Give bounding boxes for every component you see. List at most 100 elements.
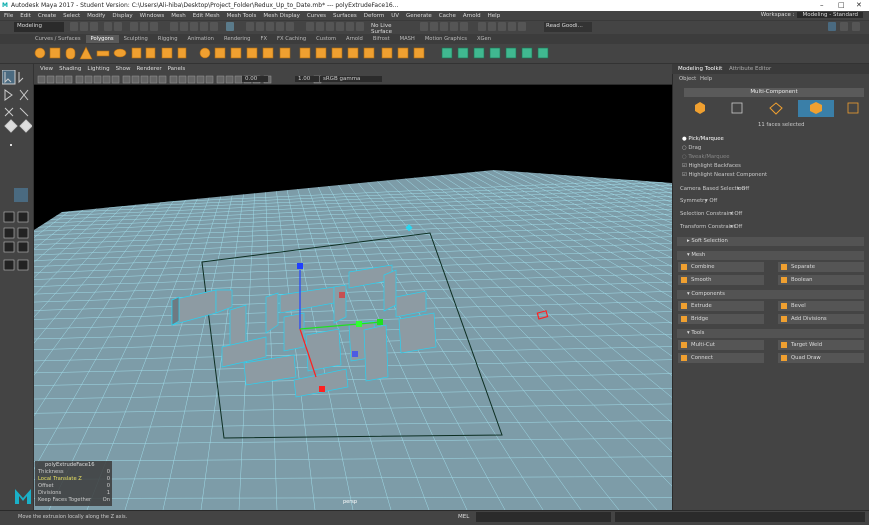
vp-menu-panels[interactable]: Panels bbox=[168, 66, 186, 72]
selection-constraint-dropdown[interactable]: ▾ Off bbox=[730, 211, 742, 217]
shelf-tab-rendering[interactable]: Rendering bbox=[219, 35, 256, 43]
render-view-icon[interactable] bbox=[420, 22, 428, 31]
menu-edit-mesh[interactable]: Edit Mesh bbox=[193, 13, 220, 19]
rp-menu-help[interactable]: Help bbox=[700, 76, 712, 82]
shelf-tab-arnold[interactable]: Arnold bbox=[341, 35, 368, 43]
pick-marquee-radio[interactable]: ● Pick/Marquee bbox=[682, 136, 724, 142]
target-weld-button[interactable]: Target Weld bbox=[778, 340, 864, 350]
menu-mesh[interactable]: Mesh bbox=[171, 13, 185, 19]
redo-icon[interactable] bbox=[114, 22, 122, 31]
soft-selection-header[interactable]: ▸ Soft Selection bbox=[677, 237, 864, 246]
live-surface-field[interactable]: No Live Surface bbox=[369, 22, 412, 35]
layout-icon[interactable] bbox=[852, 22, 860, 31]
tweak-marquee-radio[interactable]: ○ Tweak/Marquee bbox=[682, 154, 730, 160]
menu-edit[interactable]: Edit bbox=[20, 13, 31, 19]
snap-view-plane-icon[interactable] bbox=[276, 22, 284, 31]
sidebar-toggle-icon[interactable] bbox=[508, 22, 516, 31]
colorspace-dropdown[interactable]: sRGB gamma bbox=[320, 76, 382, 82]
shelf-tab-fx[interactable]: FX bbox=[255, 35, 272, 43]
select-by-type-icon[interactable] bbox=[190, 22, 198, 31]
shelf-tab-curves[interactable]: Curves / Surfaces bbox=[30, 35, 86, 43]
hud-value[interactable]: 0 bbox=[104, 476, 110, 482]
shelf-tab-xgen[interactable]: XGen bbox=[472, 35, 496, 43]
history-icon[interactable] bbox=[326, 22, 334, 31]
menu-arnold[interactable]: Arnold bbox=[463, 13, 481, 19]
vp-menu-renderer[interactable]: Renderer bbox=[136, 66, 161, 72]
shelf-tab-fx-caching[interactable]: FX Caching bbox=[272, 35, 311, 43]
hud-value[interactable]: 0 bbox=[104, 469, 110, 475]
select-by-type-icon[interactable] bbox=[210, 22, 218, 31]
layout-icon[interactable] bbox=[828, 22, 836, 31]
separate-button[interactable]: Separate bbox=[778, 262, 864, 272]
menu-create[interactable]: Create bbox=[38, 13, 56, 19]
select-by-type-icon[interactable] bbox=[170, 22, 178, 31]
menu-set-dropdown[interactable]: Modeling bbox=[14, 22, 64, 32]
hud-value[interactable]: On bbox=[100, 497, 110, 503]
snap-curve-icon[interactable] bbox=[256, 22, 264, 31]
shelf-tab-motion-graphics[interactable]: Motion Graphics bbox=[420, 35, 472, 43]
construction-history-icon[interactable] bbox=[316, 22, 324, 31]
menu-help[interactable]: Help bbox=[488, 13, 501, 19]
maximize-button[interactable]: □ bbox=[838, 1, 845, 9]
extrude-button[interactable]: Extrude bbox=[678, 301, 764, 311]
menu-select[interactable]: Select bbox=[63, 13, 80, 19]
minimize-button[interactable]: – bbox=[820, 1, 824, 9]
menu-mesh-tools[interactable]: Mesh Tools bbox=[227, 13, 257, 19]
menu-windows[interactable]: Windows bbox=[140, 13, 165, 19]
select-by-type-icon[interactable] bbox=[200, 22, 208, 31]
shelf-tab-rigging[interactable]: Rigging bbox=[153, 35, 183, 43]
hud-value[interactable]: 0 bbox=[104, 483, 110, 489]
highlight-backfaces-checkbox[interactable]: ☑ Highlight Backfaces bbox=[682, 163, 741, 169]
select-component-icon[interactable] bbox=[150, 22, 158, 31]
perspective-viewport[interactable]: persp bbox=[34, 85, 672, 510]
vp-menu-shading[interactable]: Shading bbox=[59, 66, 81, 72]
sidebar-toggle-icon[interactable] bbox=[498, 22, 506, 31]
exposure-field[interactable]: 0.00 bbox=[242, 76, 268, 82]
combine-button[interactable]: Combine bbox=[678, 262, 764, 272]
bevel-button[interactable]: Bevel bbox=[778, 301, 864, 311]
hud-value[interactable]: 1 bbox=[104, 490, 110, 496]
multi-component-button[interactable]: Multi-Component bbox=[684, 88, 864, 97]
render-preset-dropdown[interactable]: Read Goodi... bbox=[544, 22, 592, 32]
vp-menu-view[interactable]: View bbox=[40, 66, 53, 72]
workspace-selector[interactable]: Workspace : Modeling - Standard bbox=[761, 12, 863, 18]
sidebar-toggle-icon[interactable] bbox=[478, 22, 486, 31]
menu-deform[interactable]: Deform bbox=[364, 13, 384, 19]
sidebar-toggle-icon[interactable] bbox=[488, 22, 496, 31]
menu-display[interactable]: Display bbox=[112, 13, 132, 19]
shelf-tab-animation[interactable]: Animation bbox=[183, 35, 219, 43]
boolean-button[interactable]: Boolean bbox=[778, 275, 864, 285]
multi-cut-button[interactable]: Multi-Cut bbox=[678, 340, 764, 350]
viewport-scene[interactable]: persp bbox=[34, 85, 672, 510]
history-icon[interactable] bbox=[306, 22, 314, 31]
highlight-nearest-checkbox[interactable]: ☑ Highlight Nearest Component bbox=[682, 172, 767, 178]
ipr-render-icon[interactable] bbox=[440, 22, 448, 31]
vp-menu-show[interactable]: Show bbox=[116, 66, 131, 72]
add-divisions-button[interactable]: Add Divisions bbox=[778, 314, 864, 324]
new-scene-icon[interactable] bbox=[70, 22, 78, 31]
quad-draw-button[interactable]: Quad Draw bbox=[778, 353, 864, 363]
shelf-tab-sculpting[interactable]: Sculpting bbox=[119, 35, 153, 43]
layout-icon[interactable] bbox=[840, 22, 848, 31]
vp-menu-lighting[interactable]: Lighting bbox=[87, 66, 109, 72]
tab-attribute-editor[interactable]: Attribute Editor bbox=[729, 66, 771, 72]
history-icon[interactable] bbox=[356, 22, 364, 31]
menu-cache[interactable]: Cache bbox=[439, 13, 456, 19]
mel-label[interactable]: MEL bbox=[458, 514, 469, 520]
menu-file[interactable]: File bbox=[4, 13, 13, 19]
shelf-tab-bifrost[interactable]: Bifrost bbox=[368, 35, 395, 43]
drag-radio[interactable]: ○ Drag bbox=[682, 145, 701, 151]
tab-modeling-toolkit[interactable]: Modeling Toolkit bbox=[678, 66, 722, 72]
snap-grid-icon[interactable] bbox=[246, 22, 254, 31]
mesh-section-header[interactable]: ▾ Mesh bbox=[677, 251, 864, 260]
sidebar-toggle-icon[interactable] bbox=[518, 22, 526, 31]
gamma-field[interactable]: 1.00 bbox=[295, 76, 319, 82]
menu-surfaces[interactable]: Surfaces bbox=[333, 13, 357, 19]
snap-point-icon[interactable] bbox=[266, 22, 274, 31]
select-by-type-icon[interactable] bbox=[180, 22, 188, 31]
camera-based-dropdown[interactable]: ▾ Off bbox=[737, 186, 749, 192]
shelf-tab-mash[interactable]: MASH bbox=[395, 35, 420, 43]
menu-mesh-display[interactable]: Mesh Display bbox=[263, 13, 300, 19]
smooth-button[interactable]: Smooth bbox=[678, 275, 764, 285]
open-scene-icon[interactable] bbox=[80, 22, 88, 31]
